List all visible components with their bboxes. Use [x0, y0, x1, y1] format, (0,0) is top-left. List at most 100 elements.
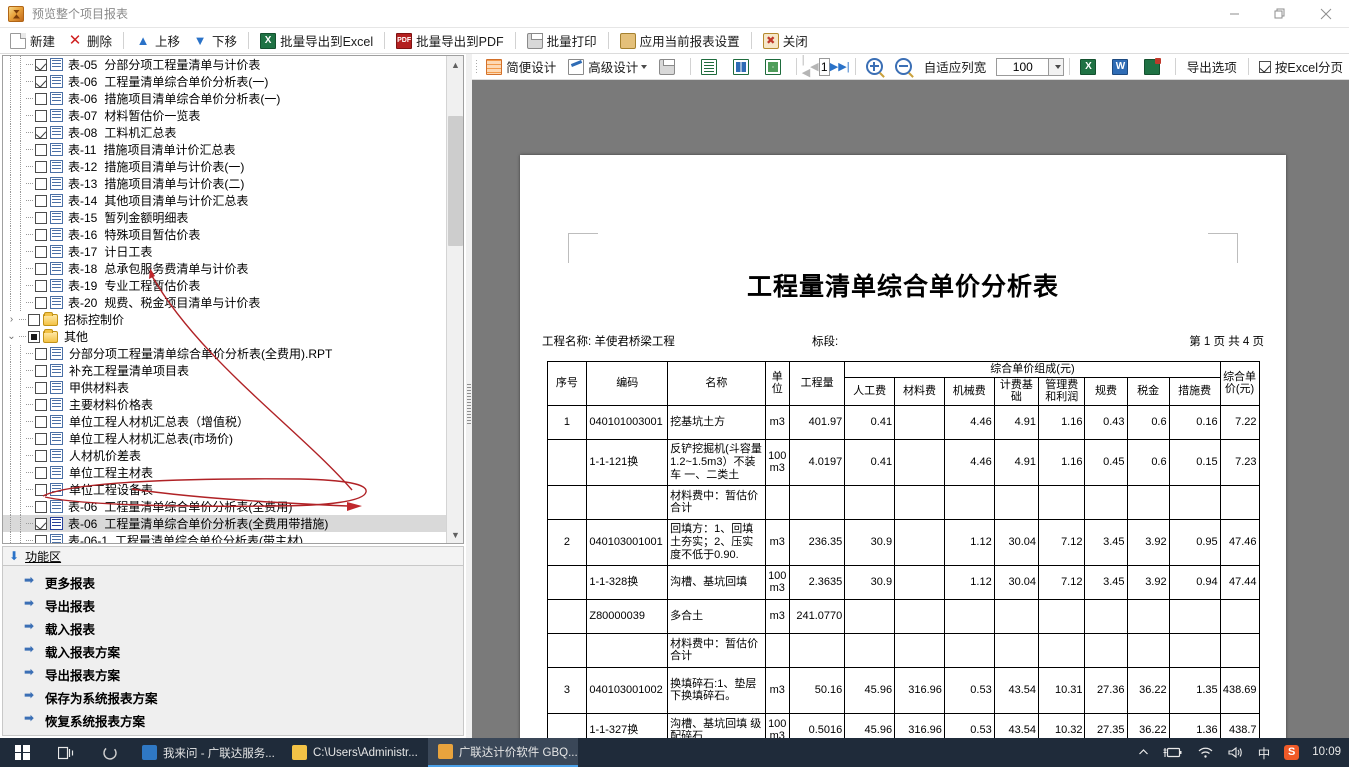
tree-item-checkbox[interactable] [35, 398, 47, 411]
battery-button[interactable] [1156, 738, 1190, 767]
print-button[interactable] [653, 56, 685, 78]
function-item[interactable]: 载入报表 [3, 617, 463, 640]
chevron-down-icon[interactable] [641, 64, 648, 69]
tree-item-checkbox[interactable] [35, 296, 47, 309]
tree-item[interactable]: 表-15 暂列金额明细表 [3, 209, 448, 226]
tree-item[interactable]: 表-17 计日工表 [3, 243, 448, 260]
tree-item[interactable]: 表-19 专业工程暂估价表 [3, 277, 448, 294]
apply-settings-button[interactable]: 应用当前报表设置 [614, 30, 746, 52]
export-xls-button[interactable]: X [1074, 56, 1106, 78]
tree-item-checkbox[interactable] [35, 500, 47, 513]
tree-item[interactable]: ⌄ 其他 [3, 328, 448, 345]
tree-item-checkbox[interactable] [35, 177, 47, 190]
tree-item-checkbox[interactable] [35, 194, 47, 207]
taskbar-item[interactable]: 我来问 - 广联达服务... [132, 738, 282, 767]
tree-item-checkbox[interactable] [35, 534, 47, 543]
tree-item[interactable]: 表-05 分部分项工程量清单与计价表 [3, 56, 448, 73]
multi-page-view-button[interactable] [759, 56, 791, 78]
close-button[interactable] [1303, 0, 1349, 28]
tree-item-checkbox[interactable] [35, 143, 47, 156]
tree-item-checkbox[interactable] [35, 415, 47, 428]
simple-design-button[interactable]: 简便设计 [480, 56, 562, 78]
tree-item[interactable]: 表-08 工料机汇总表 [3, 124, 448, 141]
previous-page-button[interactable]: ◀ [810, 57, 818, 77]
tree-item-checkbox[interactable] [35, 279, 47, 292]
tree-item[interactable]: 表-11 措施项目清单计价汇总表 [3, 141, 448, 158]
tree-item[interactable]: 表-06 工程量清单综合单价分析表(全费用) [3, 498, 448, 515]
function-item[interactable]: 载入报表方案 [3, 640, 463, 663]
export-other-button[interactable] [1138, 56, 1170, 78]
ime-indicator[interactable]: 中 [1251, 738, 1278, 767]
tree-item[interactable]: 表-12 措施项目清单与计价表(一) [3, 158, 448, 175]
tree-item-checkbox[interactable] [35, 75, 47, 88]
export-word-button[interactable]: W [1106, 56, 1138, 78]
splitter-grip[interactable] [467, 384, 471, 424]
minimize-button[interactable] [1211, 0, 1257, 28]
export-excel-button[interactable]: X 批量导出到Excel [254, 30, 379, 52]
tree-item[interactable]: 单位工程人材机汇总表(市场价) [3, 430, 448, 447]
tree-item[interactable]: 单位工程人材机汇总表（增值税） [3, 413, 448, 430]
two-page-view-button[interactable] [727, 56, 759, 78]
tree-item-checkbox[interactable] [35, 432, 47, 445]
tree-item[interactable]: 表-20 规费、税金项目清单与计价表 [3, 294, 448, 311]
zoom-in-button[interactable] [860, 56, 889, 78]
volume-button[interactable] [1221, 738, 1251, 767]
function-item[interactable]: 导出报表方案 [3, 663, 463, 686]
tree-item-checkbox[interactable] [35, 126, 47, 139]
zoom-out-button[interactable] [889, 56, 918, 78]
tray-expand-button[interactable] [1131, 738, 1156, 767]
move-down-button[interactable]: ▼ 下移 [186, 30, 243, 52]
tree-item-checkbox[interactable] [35, 517, 47, 530]
start-button[interactable] [0, 738, 44, 767]
taskbar-clock[interactable]: 10:09 [1306, 746, 1349, 758]
tree-expander-icon[interactable]: › [5, 311, 18, 328]
batch-print-button[interactable]: 批量打印 [521, 30, 603, 52]
function-area-header[interactable]: ⬇ 功能区 [2, 546, 464, 566]
scroll-down-arrow[interactable]: ▼ [447, 526, 463, 543]
taskbar-item[interactable]: C:\Users\Administr... [282, 738, 428, 767]
delete-button[interactable]: ✕ 删除 [61, 30, 118, 52]
function-item[interactable]: 更多报表 [3, 571, 463, 594]
close-report-button[interactable]: ✖ 关闭 [757, 30, 814, 52]
tree-item[interactable]: 表-06 工程量清单综合单价分析表(全费用带措施) [3, 515, 448, 532]
tree-item[interactable]: › 招标控制价 [3, 311, 448, 328]
tree-item-checkbox[interactable] [35, 160, 47, 173]
function-item[interactable]: 恢复系统报表方案 [3, 709, 463, 732]
maximize-button[interactable] [1257, 0, 1303, 28]
last-page-button[interactable]: ▶| [838, 57, 849, 77]
task-view-button[interactable] [44, 738, 88, 767]
function-item[interactable]: 导出报表 [3, 594, 463, 617]
checkbox-icon[interactable] [1258, 60, 1271, 73]
tree-item-checkbox[interactable] [35, 58, 47, 71]
tree-item[interactable]: 表-16 特殊项目暂估价表 [3, 226, 448, 243]
cortana-button[interactable] [88, 738, 132, 767]
export-options-button[interactable]: 导出选项 [1181, 56, 1243, 78]
tree-item-checkbox[interactable] [35, 228, 47, 241]
zoom-dropdown-arrow[interactable] [1048, 57, 1065, 76]
page-number-input[interactable]: 1 [818, 57, 830, 76]
tree-item-checkbox[interactable] [35, 347, 47, 360]
tree-item[interactable]: 甲供材料表 [3, 379, 448, 396]
tree-item[interactable]: 表-06 工程量清单综合单价分析表(一) [3, 73, 448, 90]
tree-item[interactable]: 单位工程设备表 [3, 481, 448, 498]
tree-item-checkbox[interactable] [35, 262, 47, 275]
tree-item-checkbox[interactable] [28, 313, 40, 326]
tree-item[interactable]: 补充工程量清单项目表 [3, 362, 448, 379]
tree-item-checkbox[interactable] [35, 381, 47, 394]
excel-paging-checkbox[interactable]: 按Excel分页 [1253, 56, 1349, 78]
taskbar-item[interactable]: 广联达计价软件 GBQ... [427, 738, 578, 767]
function-item[interactable]: 保存为系统报表方案 [3, 686, 463, 709]
tree-item-checkbox[interactable] [28, 330, 40, 343]
tree-item-checkbox[interactable] [35, 211, 47, 224]
tree-item[interactable]: 表-07 材料暂估价一览表 [3, 107, 448, 124]
tree-item-checkbox[interactable] [35, 92, 47, 105]
wifi-button[interactable] [1190, 738, 1221, 767]
preview-canvas[interactable]: 工程量清单综合单价分析表 工程名称: 羊使君桥梁工程 标段: 第 1 页 共 4… [472, 80, 1349, 738]
zoom-value-input[interactable]: 100 [996, 57, 1049, 76]
tree-item[interactable]: 人材机价差表 [3, 447, 448, 464]
tree-item[interactable]: 表-06 措施项目清单综合单价分析表(一) [3, 90, 448, 107]
tree-item[interactable]: 表-13 措施项目清单与计价表(二) [3, 175, 448, 192]
tree-item-checkbox[interactable] [35, 483, 47, 496]
export-pdf-button[interactable]: PDF 批量导出到PDF [390, 30, 510, 52]
fit-width-button[interactable]: 自适应列宽 [918, 56, 993, 78]
